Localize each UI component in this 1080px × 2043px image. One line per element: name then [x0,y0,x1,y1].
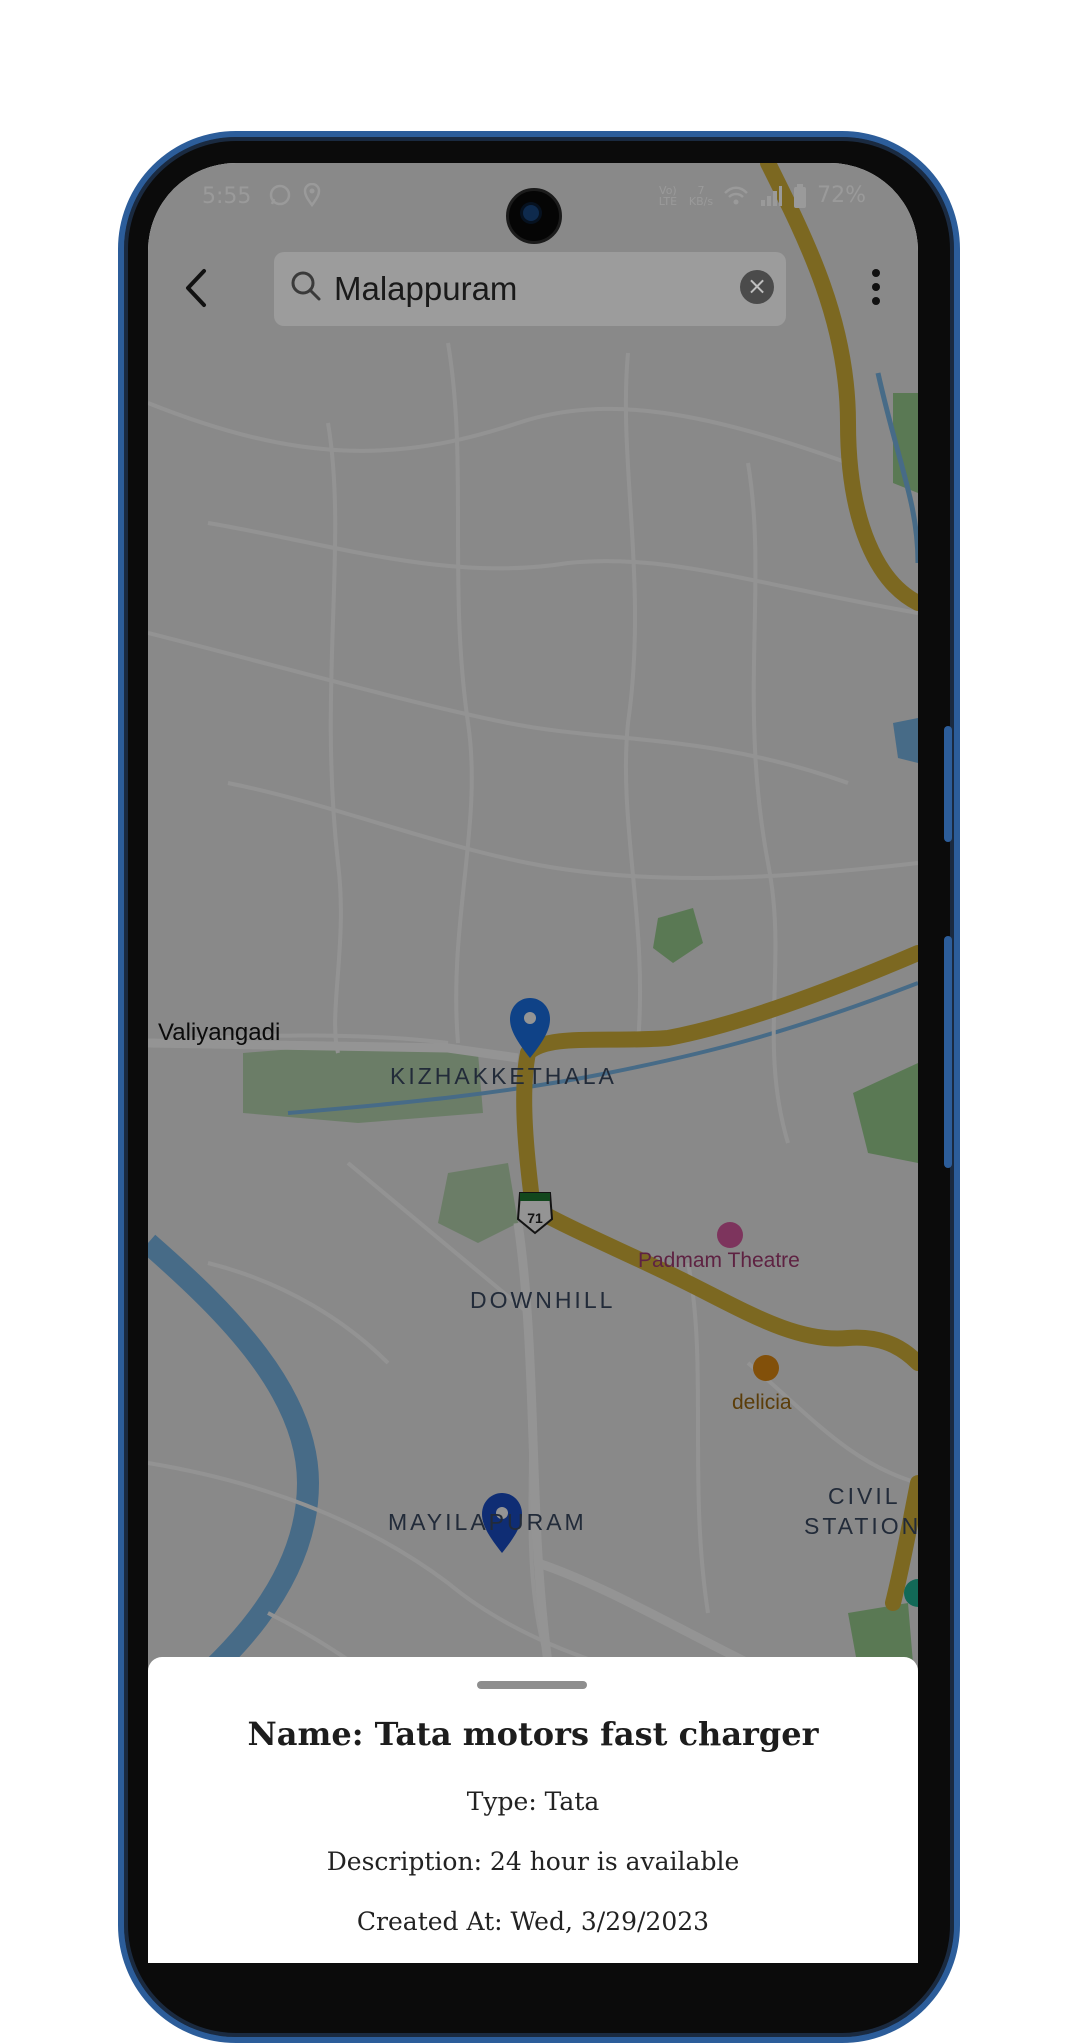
more-vert-icon [872,269,880,305]
status-time: 5:55 [202,184,252,209]
back-arrow-icon [186,269,206,307]
close-icon: × [746,272,768,300]
clear-search-button[interactable]: × [740,270,774,304]
battery-percent: 72% [817,183,866,208]
overflow-menu-button[interactable] [864,265,888,309]
volte-indicator: Vo) LTE [658,183,678,208]
net-speed-value: 7 [697,183,705,197]
charger-description: Description: 24 hour is available [326,1847,740,1876]
net-speed: 7 KB/s [689,185,713,207]
location-pin-icon [303,183,321,207]
search-input[interactable]: Malappuram [334,270,517,308]
search-icon [291,271,321,301]
side-button-volume [944,726,952,842]
charger-detail-sheet[interactable]: Name: Tata motors fast charger Type: Tat… [148,1657,918,1963]
front-camera [506,188,562,244]
search-bar[interactable]: Malappuram × [274,252,786,326]
top-toolbar: Malappuram × [148,243,918,333]
back-button[interactable] [178,263,218,313]
net-speed-unit: KB/s [688,194,714,208]
side-button-power [944,936,952,1168]
charger-created-at: Created At: Wed, 3/29/2023 [356,1907,710,1936]
charger-type: Type: Tata [466,1787,600,1816]
signal-icon [761,185,783,206]
sheet-drag-handle[interactable] [477,1681,587,1689]
charger-name: Name: Tata motors fast charger [247,1715,819,1753]
whatsapp-icon [269,184,291,206]
battery-icon [794,183,807,208]
phone-screen: 71 Valiyangadi KIZHAKKETHALA Padmam Thea… [148,163,918,1963]
wifi-icon [724,186,748,204]
